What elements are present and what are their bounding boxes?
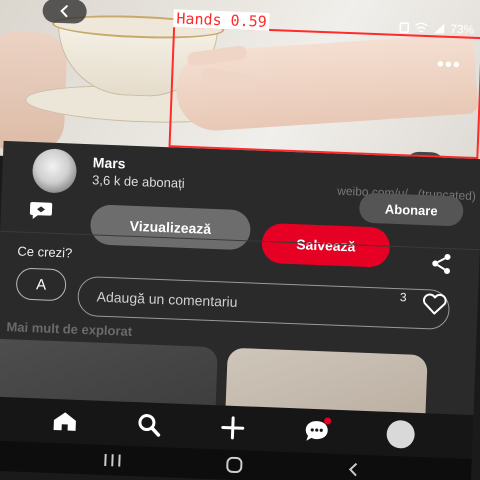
nav-home[interactable] [44,401,86,443]
pin-details-sheet: weibo.com/u/...(truncated) Mars 3,6 k de… [0,140,480,446]
like-count: 3 [399,290,407,305]
follow-button[interactable]: Abonare [358,192,464,227]
share-icon[interactable] [429,251,454,276]
wifi-icon [414,22,428,33]
author-followers: 3,6 k de abonați [91,172,185,191]
home-icon [53,412,76,431]
nav-search[interactable] [128,404,170,446]
detection-label: Hands 0.59 [173,9,271,31]
back-button[interactable] [42,0,88,24]
notification-dot [323,417,332,425]
detection-box [168,25,480,160]
comments-prompt: Ce crezi? [17,243,73,261]
back-arrow-icon [60,5,68,18]
nav-create[interactable] [212,407,254,449]
plus-icon [221,416,245,440]
author-avatar[interactable] [31,148,78,194]
battery-percent: 73% [449,21,475,37]
heart-icon[interactable] [421,293,448,316]
battery-saver-icon [399,22,410,34]
signal-icon [434,23,445,34]
comment-input[interactable] [76,275,451,331]
author-name[interactable]: Mars [93,154,126,171]
nav-profile[interactable] [380,414,422,456]
search-icon [138,414,161,437]
visit-button[interactable]: Vizualizează [89,204,252,251]
user-avatar[interactable]: A [15,267,67,302]
home-circle-icon[interactable] [224,455,245,476]
profile-avatar [386,419,416,449]
app-screen: 73% ••• Hands 0.59 weibo.com/u/...(trunc… [0,0,480,480]
explore-heading: Mai mult de explorat [6,319,133,339]
recents-icon[interactable] [101,452,124,469]
nav-messages[interactable] [296,410,338,452]
back-chevron-icon[interactable] [345,461,362,478]
comment-bubble-icon[interactable] [29,200,54,221]
